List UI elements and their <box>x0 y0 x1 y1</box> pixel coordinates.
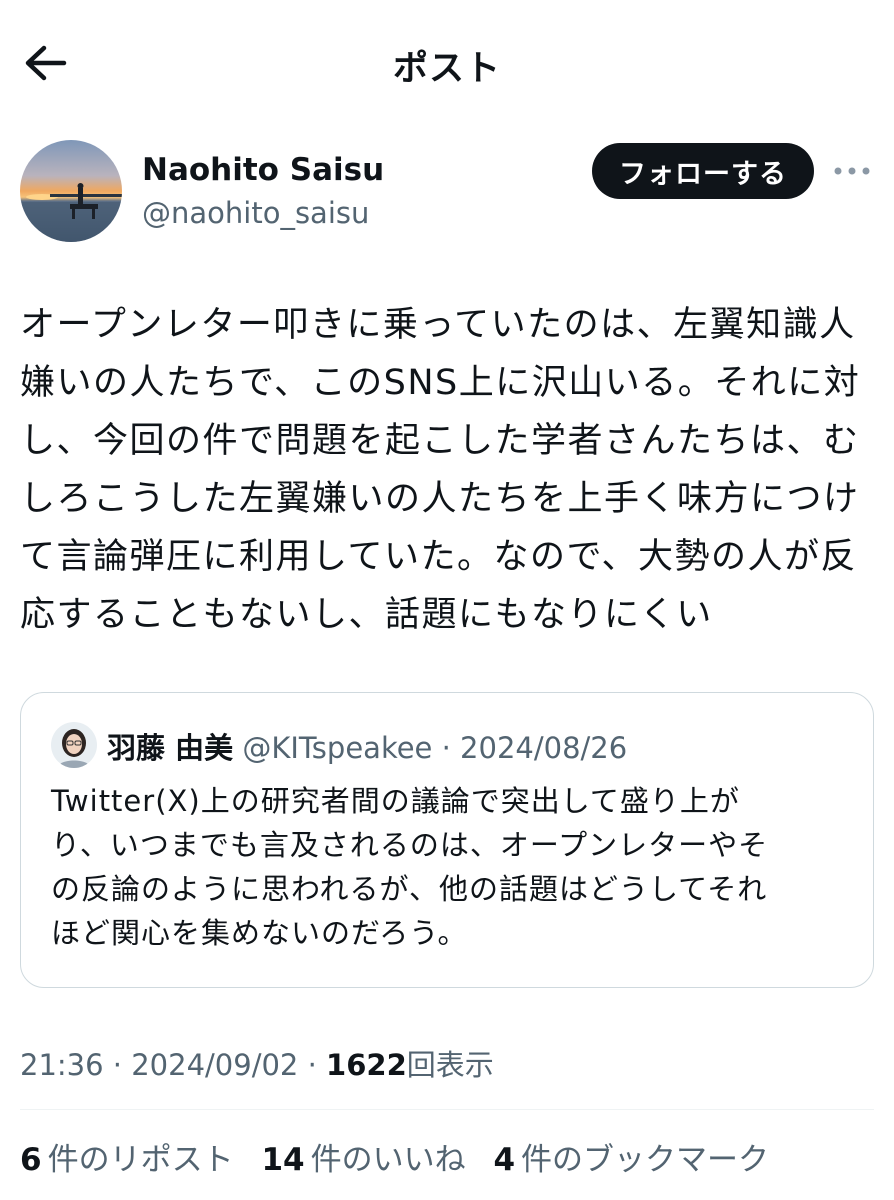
quote-separator: · <box>441 731 451 765</box>
ellipsis-icon <box>834 167 870 175</box>
quote-meta: 羽藤 由美 @KITspeakee · 2024/08/26 <box>107 725 627 767</box>
header: ポスト <box>0 0 894 125</box>
engagement-stats: 6 件のリポスト 14 件のいいね 4 件のブックマーク <box>20 1134 787 1179</box>
follow-button[interactable]: フォローする <box>592 143 814 199</box>
quoted-post[interactable]: 羽藤 由美 @KITspeakee · 2024/08/26 Twitter(X… <box>20 692 874 988</box>
likes-label: 件のいいね <box>310 1142 466 1178</box>
views-count: 1622 <box>326 1048 407 1082</box>
author-handle[interactable]: @naohito_saisu <box>142 196 369 230</box>
quote-author-handle: @KITspeakee <box>242 731 433 765</box>
timestamp-separator: · <box>112 1048 123 1082</box>
timestamp-separator: · <box>307 1048 317 1082</box>
likes-stat[interactable]: 14 件のいいね <box>261 1134 465 1179</box>
author-row: Naohito Saisu @naohito_saisu フォローする <box>20 140 880 250</box>
page-title: ポスト <box>392 49 501 89</box>
bookmarks-count: 4 <box>493 1142 516 1178</box>
bookmarks-label: 件のブックマーク <box>521 1142 770 1178</box>
likes-count: 14 <box>261 1142 305 1178</box>
bookmarks-stat[interactable]: 4 件のブックマーク <box>493 1134 769 1179</box>
post-date[interactable]: 2024/09/02 <box>131 1048 298 1082</box>
post-text: オープンレター叩きに乗っていたのは、左翼知識人 嫌いの人たちで、このSNS上に沢… <box>20 305 861 635</box>
post-time[interactable]: 21:36 <box>20 1048 104 1082</box>
post-timestamp: 21:36 · 2024/09/02 · 1622回表示 <box>20 1042 494 1084</box>
quote-author-name: 羽藤 由美 <box>107 731 234 765</box>
author-name[interactable]: Naohito Saisu <box>142 152 384 188</box>
more-button[interactable] <box>832 156 872 186</box>
quote-date: 2024/08/26 <box>460 731 628 765</box>
reposts-label: 件のリポスト <box>47 1142 234 1178</box>
reposts-count: 6 <box>20 1142 42 1178</box>
reposts-stat[interactable]: 6 件のリポスト <box>20 1134 234 1179</box>
divider <box>20 1109 874 1110</box>
quote-text: Twitter(X)上の研究者間の議論で突出して盛り上が り、いつまでも言及され… <box>51 784 769 950</box>
views-label: 回表示 <box>406 1048 494 1082</box>
avatar[interactable] <box>20 140 122 242</box>
quote-avatar[interactable] <box>51 722 97 768</box>
